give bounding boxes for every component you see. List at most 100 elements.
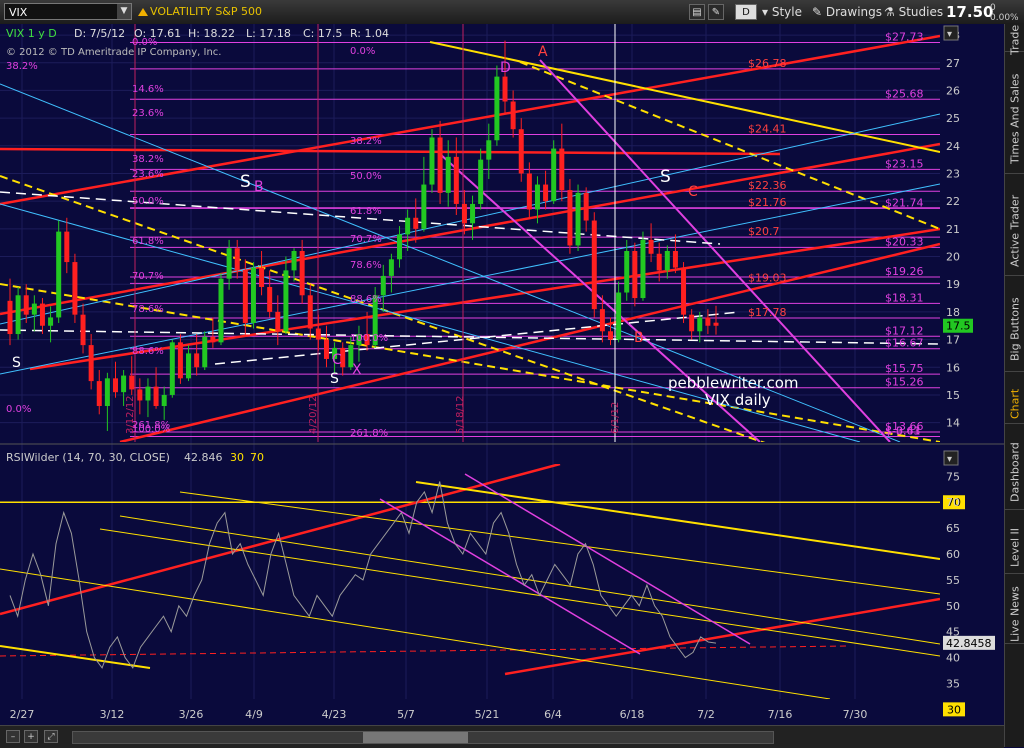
- candle-body: [648, 239, 654, 254]
- fib-mid-label: 261.8%: [350, 428, 388, 439]
- candle-body: [80, 314, 86, 346]
- fib-left-label: 78.6%: [132, 304, 164, 315]
- price-level-label: $16.67: [885, 337, 924, 350]
- fib-mid-label: 78.6%: [350, 260, 382, 271]
- y-tick-label: 25: [946, 112, 960, 125]
- fib-left-label: 23.6%: [132, 108, 164, 119]
- wrench-icon[interactable]: ✎: [708, 4, 724, 20]
- symbol-input[interactable]: VIX: [4, 3, 132, 20]
- rsi-y-tick-label: 40: [946, 652, 960, 665]
- side-tab-times-and-sales[interactable]: Times And Sales: [1005, 64, 1024, 174]
- tools-icon[interactable]: ▤: [689, 4, 705, 20]
- side-tab-active-trader[interactable]: Active Trader: [1005, 186, 1024, 276]
- y-tick-label: 22: [946, 195, 960, 208]
- side-tab-trade[interactable]: Trade: [1005, 24, 1024, 55]
- rsi-collapse-icon[interactable]: ▾: [947, 454, 952, 465]
- candle-body: [202, 336, 208, 368]
- candle-body: [705, 317, 711, 326]
- candle-body: [96, 381, 102, 407]
- rsi-y-tick-label: 65: [946, 522, 960, 535]
- candle-body: [194, 353, 200, 368]
- candle-body: [664, 250, 670, 271]
- drawings-label: Drawings: [825, 5, 883, 19]
- fib-mid-label: 50.0%: [350, 171, 382, 182]
- candle-body: [137, 389, 143, 401]
- wave-label: B: [254, 179, 264, 195]
- candle-body: [567, 190, 573, 246]
- candle-body: [121, 375, 127, 393]
- price-level-label: $24.41: [748, 122, 787, 135]
- y-tick-label: 27: [946, 57, 960, 70]
- candle-body: [210, 336, 216, 343]
- candle-body: [429, 137, 435, 185]
- price-level-label: $19.26: [885, 265, 924, 278]
- period-d-button[interactable]: D: [735, 4, 757, 20]
- chart-title: VIX daily: [705, 391, 771, 409]
- last-price: 17.50: [946, 3, 994, 21]
- candle-body: [453, 156, 459, 204]
- rsi-y-tick-label: 70: [946, 496, 960, 509]
- price-level-label: $23.15: [885, 157, 924, 170]
- candle-body: [380, 275, 386, 296]
- drawings-button[interactable]: ✎ Drawings: [812, 4, 882, 20]
- scrollbar-thumb[interactable]: [363, 732, 468, 743]
- candle-body: [413, 217, 419, 229]
- y-tick-label: 18: [946, 306, 960, 319]
- candle-body: [129, 375, 135, 390]
- y-tick-label: 15: [946, 389, 960, 402]
- side-tab-chart[interactable]: Chart: [1005, 384, 1024, 424]
- side-tab-level-ii[interactable]: Level II: [1005, 522, 1024, 574]
- side-tab-dashboard[interactable]: Dashboard: [1005, 436, 1024, 510]
- candle-body: [608, 331, 614, 340]
- side-tab-big-buttons[interactable]: Big Buttons: [1005, 288, 1024, 372]
- price-level-label: $20.33: [885, 235, 924, 248]
- time-scrollbar[interactable]: [72, 731, 774, 744]
- candle-body: [543, 184, 549, 202]
- wave-label: X: [352, 362, 362, 378]
- side-tab-live-news[interactable]: Live News: [1005, 586, 1024, 644]
- candle-body: [234, 248, 240, 271]
- wave-label: S: [660, 167, 671, 187]
- fib-left-label: 38.2%: [132, 154, 164, 165]
- price-level-label: $18.31: [885, 291, 924, 304]
- collapse-icon[interactable]: ▾: [947, 29, 952, 40]
- expand-icon[interactable]: ⤢: [44, 730, 58, 743]
- price-level-label: $20.7: [748, 225, 780, 238]
- side-tab-bar: Trade Times And Sales Active Trader Big But…: [1004, 24, 1024, 747]
- candle-body: [461, 203, 467, 224]
- rsi-y-tick-label: 75: [946, 470, 960, 483]
- quote-high: H: 18.22: [188, 27, 235, 40]
- x-tick-label: 5/7: [397, 708, 415, 721]
- quote-symbol-period: VIX 1 y D: [6, 27, 57, 40]
- candle-body: [583, 192, 589, 221]
- fib-mid-label: 70.7%: [350, 234, 382, 245]
- zoom-in-icon[interactable]: +: [24, 730, 38, 743]
- price-level-label: $17.12: [885, 324, 924, 337]
- candle-body: [291, 250, 297, 271]
- studies-button[interactable]: ⚗ Studies: [884, 4, 943, 20]
- zoom-out-icon[interactable]: –: [6, 730, 20, 743]
- candle-body: [526, 173, 532, 210]
- rsi-last-label: 42.8458: [946, 637, 992, 650]
- y-tick-label: 24: [946, 140, 960, 153]
- candle-body: [275, 311, 281, 332]
- date-annotation: 5/18/12: [455, 395, 466, 434]
- x-tick-label: 7/16: [768, 708, 793, 721]
- candle-body: [437, 137, 443, 193]
- candle-body: [226, 248, 232, 279]
- fib-mid-label: 38.2%: [350, 136, 382, 147]
- candle-body: [591, 220, 597, 310]
- symbol-dropdown-icon[interactable]: ▼: [117, 4, 131, 19]
- wave-label: C: [332, 352, 342, 368]
- chart-area[interactable]: $27.73 $26.78 $25.68 $24.41 $23.15 $22.36 $21.…: [0, 24, 1004, 725]
- candle-body: [56, 231, 62, 318]
- candle-body: [7, 300, 13, 335]
- rsi-y-tick-label: 60: [946, 548, 960, 561]
- candle-body: [388, 259, 394, 276]
- style-button[interactable]: ▾ Style: [762, 4, 802, 20]
- fib-left-label: 61.8%: [132, 236, 164, 247]
- fib-mid-label: 88.6%: [350, 294, 382, 305]
- fib-left-label: 38.2%: [6, 61, 38, 72]
- candle-body: [15, 295, 21, 335]
- rsi-y-tick-label: 50: [946, 600, 960, 613]
